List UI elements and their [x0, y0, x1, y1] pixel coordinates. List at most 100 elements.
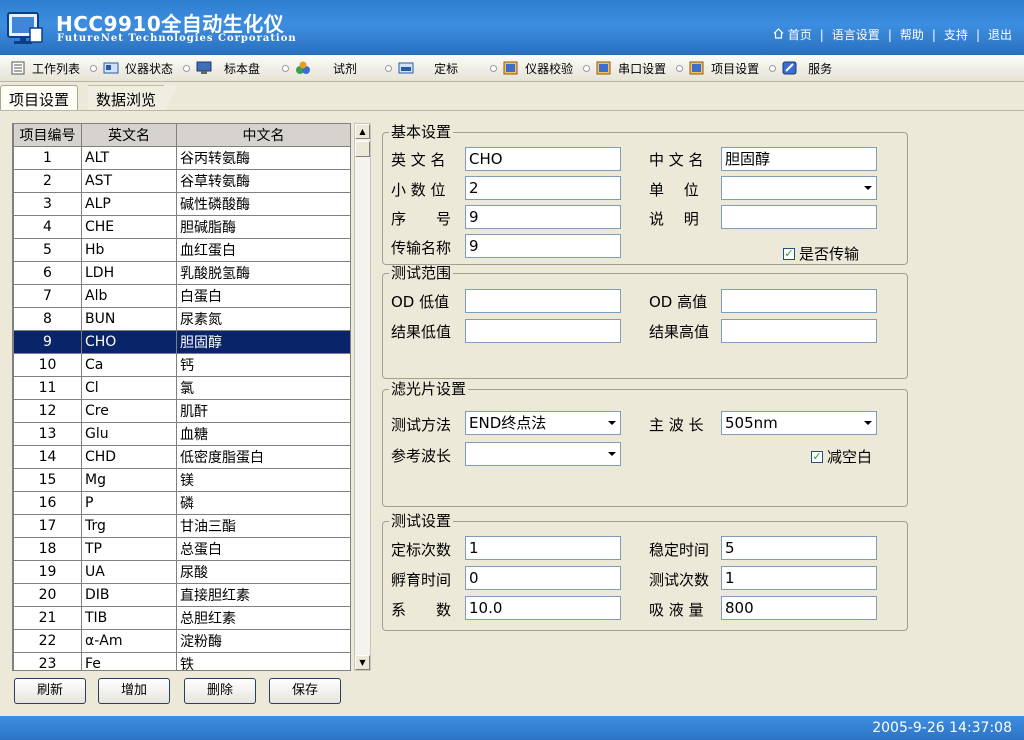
sample-tray-icon: [196, 60, 212, 76]
toolbar-calibration[interactable]: 定标: [394, 55, 466, 82]
decimals-input[interactable]: 2: [465, 176, 621, 200]
toolbar-separator: [90, 64, 98, 72]
cell-cn-name: 铁: [176, 651, 350, 670]
tab-strip: 项目设置 数据浏览: [0, 83, 1024, 112]
toolbar-reagent[interactable]: 试剂: [291, 55, 365, 82]
toolbar-sample-tray[interactable]: 标本盘: [192, 55, 268, 82]
ref-wavelength-select[interactable]: [465, 442, 621, 466]
toolbar-serial-port-label: 串口设置: [618, 61, 667, 76]
en-name-input[interactable]: CHO: [465, 147, 621, 171]
cell-en-name: TIB: [81, 605, 177, 630]
table-row[interactable]: 18 TP 总蛋白: [13, 536, 350, 561]
cell-project-no: 15: [13, 467, 82, 492]
toolbar-instrument-status[interactable]: 仪器状态: [99, 55, 181, 82]
cell-project-no: 8: [13, 306, 82, 331]
add-button[interactable]: 增加: [98, 678, 170, 704]
cn-name-input[interactable]: 胆固醇: [721, 147, 877, 171]
test-count-input[interactable]: 1: [721, 566, 877, 590]
table-row[interactable]: 11 Cl 氯: [13, 375, 350, 400]
unit-select[interactable]: [721, 176, 877, 200]
table-row[interactable]: 14 CHD 低密度脂蛋白: [13, 444, 350, 469]
scroll-thumb[interactable]: [355, 141, 370, 157]
test-count-label: 测试次数: [649, 571, 710, 589]
table-row[interactable]: 7 Alb 白蛋白: [13, 283, 350, 308]
table-row[interactable]: 12 Cre 肌酐: [13, 398, 350, 423]
grid-scrollbar[interactable]: ▲ ▼: [354, 123, 371, 671]
main-wavelength-select[interactable]: 505nm: [721, 411, 877, 435]
serial-port-icon: [596, 60, 612, 76]
table-row[interactable]: 13 Glu 血糖: [13, 421, 350, 446]
cell-project-no: 18: [13, 536, 82, 561]
cal-count-input[interactable]: 1: [465, 536, 621, 560]
trans-name-input[interactable]: 9: [465, 234, 621, 258]
link-language[interactable]: 语言设置: [832, 26, 880, 43]
toolbar-serial-port[interactable]: 串口设置: [592, 55, 674, 82]
table-row[interactable]: 6 LDH 乳酸脱氢酶: [13, 260, 350, 285]
tab-project-settings[interactable]: 项目设置: [0, 85, 79, 111]
subtract-blank-checkbox[interactable]: ✓ 减空白: [811, 446, 872, 467]
seq-input[interactable]: 9: [465, 205, 621, 229]
od-high-input[interactable]: [721, 289, 877, 313]
grid-header-en[interactable]: 英文名: [81, 124, 177, 147]
table-row[interactable]: 4 CHE 胆碱脂酶: [13, 214, 350, 239]
table-row[interactable]: 5 Hb 血红蛋白: [13, 237, 350, 262]
scroll-up-arrow-icon[interactable]: ▲: [355, 124, 370, 139]
od-low-input[interactable]: [465, 289, 621, 313]
table-row[interactable]: 9 CHO 胆固醇: [13, 329, 350, 354]
cell-project-no: 22: [13, 628, 82, 653]
table-row[interactable]: 3 ALP 碱性磷酸酶: [13, 191, 350, 216]
cell-project-no: 6: [13, 260, 82, 285]
cell-en-name: AST: [81, 168, 177, 193]
stable-time-input[interactable]: 5: [721, 536, 877, 560]
toolbar-worklist[interactable]: 工作列表: [0, 55, 88, 82]
result-low-label: 结果低值: [391, 323, 452, 341]
delete-button[interactable]: 删除: [184, 678, 256, 704]
link-exit[interactable]: 退出: [988, 26, 1012, 43]
method-select[interactable]: END终点法: [465, 411, 621, 435]
table-row[interactable]: 23 Fe 铁: [13, 651, 350, 670]
refresh-button[interactable]: 刷新: [14, 678, 86, 704]
link-help[interactable]: 帮助: [900, 26, 924, 43]
subtract-blank-label: 减空白: [827, 448, 873, 466]
table-row[interactable]: 8 BUN 尿素氮: [13, 306, 350, 331]
cell-project-no: 17: [13, 513, 82, 538]
grid-header-no[interactable]: 项目编号: [13, 124, 82, 147]
link-home[interactable]: 首页: [788, 26, 812, 43]
desc-input[interactable]: [721, 205, 877, 229]
table-row[interactable]: 10 Ca 钙: [13, 352, 350, 377]
scroll-down-arrow-icon[interactable]: ▼: [355, 655, 370, 670]
cell-cn-name: 磷: [176, 490, 350, 515]
cal-count-label: 定标次数: [391, 541, 452, 559]
link-support[interactable]: 支持: [944, 26, 968, 43]
coefficient-label: 系 数: [391, 601, 452, 619]
transmit-checkbox[interactable]: ✓ 是否传输: [783, 243, 859, 264]
result-low-input[interactable]: [465, 319, 621, 343]
table-row[interactable]: 1 ALT 谷丙转氨酶: [13, 145, 350, 170]
cell-cn-name: 总胆红素: [176, 605, 350, 630]
table-row[interactable]: 22 α-Am 淀粉酶: [13, 628, 350, 653]
table-row[interactable]: 19 UA 尿酸: [13, 559, 350, 584]
toolbar-project-settings[interactable]: 项目设置: [685, 55, 767, 82]
cell-cn-name: 胆碱脂酶: [176, 214, 350, 239]
cell-cn-name: 血红蛋白: [176, 237, 350, 262]
table-row[interactable]: 2 AST 谷草转氨酶: [13, 168, 350, 193]
result-high-input[interactable]: [721, 319, 877, 343]
save-button[interactable]: 保存: [269, 678, 341, 704]
coefficient-input[interactable]: 10.0: [465, 596, 621, 620]
tab-data-browse[interactable]: 数据浏览: [88, 85, 179, 112]
test-range-title: 测试范围: [389, 264, 454, 282]
volume-input[interactable]: 800: [721, 596, 877, 620]
toolbar-service[interactable]: 服务: [778, 55, 840, 82]
cell-en-name: LDH: [81, 260, 177, 285]
incubation-time-input[interactable]: 0: [465, 566, 621, 590]
cell-cn-name: 钙: [176, 352, 350, 377]
table-row[interactable]: 16 P磷: [13, 490, 350, 515]
cell-cn-name: 尿素氮: [176, 306, 350, 331]
grid-header-cn[interactable]: 中文名: [176, 124, 350, 147]
table-row[interactable]: 20 DIB 直接胆红素: [13, 582, 350, 607]
cell-cn-name: 血糖: [176, 421, 350, 446]
toolbar-instrument-check[interactable]: 仪器校验: [499, 55, 581, 82]
table-row[interactable]: 21 TIB 总胆红素: [13, 605, 350, 630]
table-row[interactable]: 17 Trg 甘油三酯: [13, 513, 350, 538]
table-row[interactable]: 15 Mg 镁: [13, 467, 350, 492]
